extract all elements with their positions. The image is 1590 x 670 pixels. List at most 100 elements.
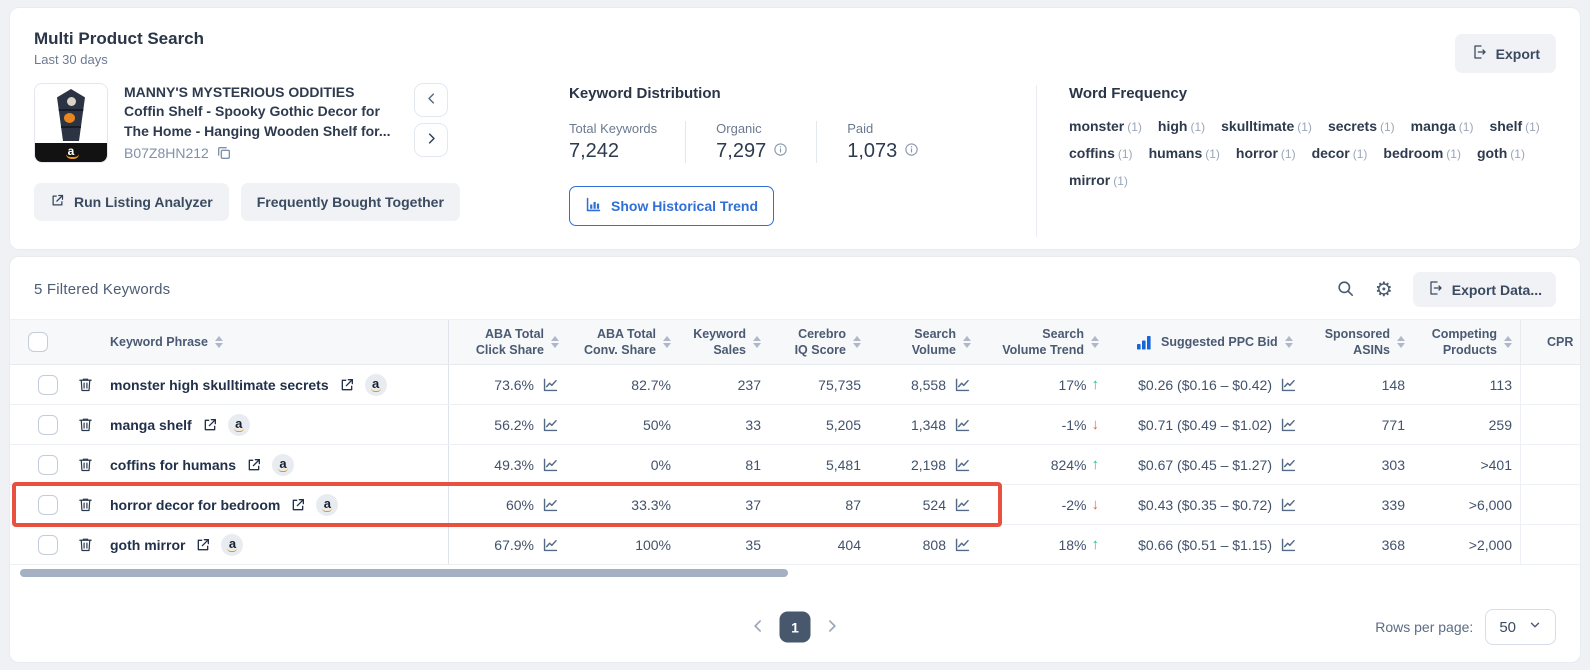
- amazon-icon[interactable]: a: [272, 454, 294, 476]
- ppc-bid-chart-icon[interactable]: [1280, 416, 1297, 433]
- suggested-ppc-bid-value: $0.71 ($0.49 – $1.02): [1138, 417, 1272, 433]
- word-frequency-section: Word Frequency monster(1) high(1) skullt…: [1037, 85, 1556, 188]
- search-volume-chart-icon[interactable]: [954, 456, 971, 473]
- show-historical-trend-button[interactable]: Show Historical Trend: [569, 186, 774, 226]
- horizontal-scrollbar-thumb[interactable]: [20, 569, 788, 577]
- word-count: (1): [1510, 147, 1525, 161]
- sponsored-asins-value: 303: [1382, 457, 1405, 473]
- search-volume-chart-icon[interactable]: [954, 496, 971, 513]
- word-frequency-item: coffins(1): [1069, 145, 1133, 161]
- copy-asin-icon[interactable]: [216, 145, 232, 161]
- trend-arrow-icon: ↓: [1092, 416, 1100, 433]
- next-page-button[interactable]: [824, 617, 841, 637]
- next-product-button[interactable]: [414, 123, 448, 157]
- column-header-cpr[interactable]: CPR: [1521, 320, 1581, 364]
- amazon-icon[interactable]: a: [228, 414, 250, 436]
- column-header-suggested-ppc-bid[interactable]: Suggested PPC Bid: [1107, 320, 1305, 364]
- word: high: [1158, 118, 1188, 134]
- click-share-chart-icon[interactable]: [542, 416, 559, 433]
- current-page-button[interactable]: 1: [780, 612, 811, 643]
- search-volume-chart-icon[interactable]: [954, 376, 971, 393]
- word: goth: [1477, 145, 1507, 161]
- keyword-phrase: monster high skulltimate secrets: [110, 377, 329, 393]
- previous-product-button[interactable]: [414, 83, 448, 117]
- ppc-bid-chart-icon[interactable]: [1280, 496, 1297, 513]
- ppc-bid-chart-icon[interactable]: [1280, 456, 1297, 473]
- aba-conv-share-value: 0%: [651, 457, 671, 473]
- external-link-icon[interactable]: [202, 417, 218, 433]
- column-header-sponsored-asins[interactable]: SponsoredASINs: [1305, 320, 1413, 364]
- word-frequency-item: shelf(1): [1489, 118, 1539, 134]
- column-header-search-volume[interactable]: SearchVolume: [869, 320, 979, 364]
- ppc-bid-chart-icon[interactable]: [1280, 536, 1297, 553]
- suggested-ppc-bid-value: $0.43 ($0.35 – $0.72): [1138, 497, 1272, 513]
- delete-keyword-icon[interactable]: [77, 536, 94, 553]
- row-checkbox[interactable]: [38, 455, 58, 475]
- column-header-competing-products[interactable]: CompetingProducts: [1413, 320, 1521, 364]
- click-share-chart-icon[interactable]: [542, 456, 559, 473]
- amazon-icon[interactable]: a: [221, 534, 243, 556]
- search-volume-chart-icon[interactable]: [954, 536, 971, 553]
- ppc-bid-chart-icon[interactable]: [1280, 376, 1297, 393]
- external-link-icon[interactable]: [339, 377, 355, 393]
- external-link-icon[interactable]: [290, 497, 306, 513]
- chevron-down-icon: [1528, 618, 1542, 636]
- frequently-bought-together-button[interactable]: Frequently Bought Together: [241, 183, 460, 221]
- competing-products-value: 259: [1489, 417, 1512, 433]
- export-data-button[interactable]: Export Data...: [1413, 272, 1556, 307]
- row-checkbox[interactable]: [38, 375, 58, 395]
- word-frequency-item: horror(1): [1236, 145, 1296, 161]
- table-row[interactable]: coffins for humans a 49.3% 0% 81 5,481 2…: [10, 445, 1581, 485]
- row-checkbox[interactable]: [38, 495, 58, 515]
- sponsored-asins-value: 771: [1382, 417, 1405, 433]
- run-listing-analyzer-button[interactable]: Run Listing Analyzer: [34, 183, 229, 221]
- external-link-icon[interactable]: [195, 537, 211, 553]
- search-volume-value: 8,558: [911, 377, 946, 393]
- delete-keyword-icon[interactable]: [77, 376, 94, 393]
- info-icon[interactable]: [904, 142, 919, 162]
- table-row[interactable]: horror decor for bedroom a 60% 33.3% 37 …: [10, 485, 1581, 525]
- amazon-icon[interactable]: a: [365, 374, 387, 396]
- delete-keyword-icon[interactable]: [77, 456, 94, 473]
- column-header-aba-conv-share[interactable]: ABA TotalConv. Share: [567, 320, 679, 364]
- select-all-checkbox[interactable]: [28, 332, 48, 352]
- column-header-aba-click-share[interactable]: ABA TotalClick Share: [449, 320, 567, 364]
- search-volume-trend-value: 824%: [1051, 457, 1087, 473]
- chevron-right-icon: [824, 617, 841, 637]
- search-icon: [1336, 279, 1355, 301]
- multi-product-search-page: Multi Product Search Last 30 days a MANN…: [0, 0, 1590, 670]
- column-header-keyword-sales[interactable]: KeywordSales: [679, 320, 769, 364]
- search-keywords-button[interactable]: [1336, 279, 1355, 301]
- table-row[interactable]: monster high skulltimate secrets a 73.6%…: [10, 365, 1581, 405]
- stat-label: Paid: [847, 121, 919, 136]
- external-link-icon: [50, 193, 65, 211]
- click-share-chart-icon[interactable]: [542, 536, 559, 553]
- column-header-keyword-phrase[interactable]: Keyword Phrase: [102, 320, 449, 364]
- table-row[interactable]: goth mirror a 67.9% 100% 35 404 808 18% …: [10, 525, 1581, 565]
- table-settings-button[interactable]: ⚙: [1375, 280, 1393, 300]
- row-checkbox[interactable]: [38, 535, 58, 555]
- delete-keyword-icon[interactable]: [77, 416, 94, 433]
- previous-page-button[interactable]: [750, 617, 767, 637]
- sort-icon: [963, 336, 971, 348]
- click-share-chart-icon[interactable]: [542, 376, 559, 393]
- amazon-icon[interactable]: a: [316, 494, 338, 516]
- info-icon[interactable]: [773, 142, 788, 162]
- export-button[interactable]: Export: [1455, 34, 1556, 73]
- product-title-line3: The Home - Hanging Wooden Shelf for...: [124, 122, 396, 141]
- suggested-ppc-bid-value: $0.66 ($0.51 – $1.15): [1138, 537, 1272, 553]
- sort-icon: [1285, 336, 1293, 348]
- word: decor: [1312, 145, 1350, 161]
- column-header-search-volume-trend[interactable]: SearchVolume Trend: [979, 320, 1107, 364]
- click-share-chart-icon[interactable]: [542, 496, 559, 513]
- cerebro-iq-score-value: 87: [845, 497, 861, 513]
- delete-keyword-icon[interactable]: [77, 496, 94, 513]
- external-link-icon[interactable]: [246, 457, 262, 473]
- product-asin: B07Z8HN212: [124, 145, 209, 161]
- row-checkbox[interactable]: [38, 415, 58, 435]
- search-volume-chart-icon[interactable]: [954, 416, 971, 433]
- aba-click-share-value: 73.6%: [494, 377, 534, 393]
- rows-per-page-select[interactable]: 50: [1485, 609, 1556, 645]
- table-row[interactable]: manga shelf a 56.2% 50% 33 5,205 1,348 -…: [10, 405, 1581, 445]
- column-header-cerebro-iq-score[interactable]: CerebroIQ Score: [769, 320, 869, 364]
